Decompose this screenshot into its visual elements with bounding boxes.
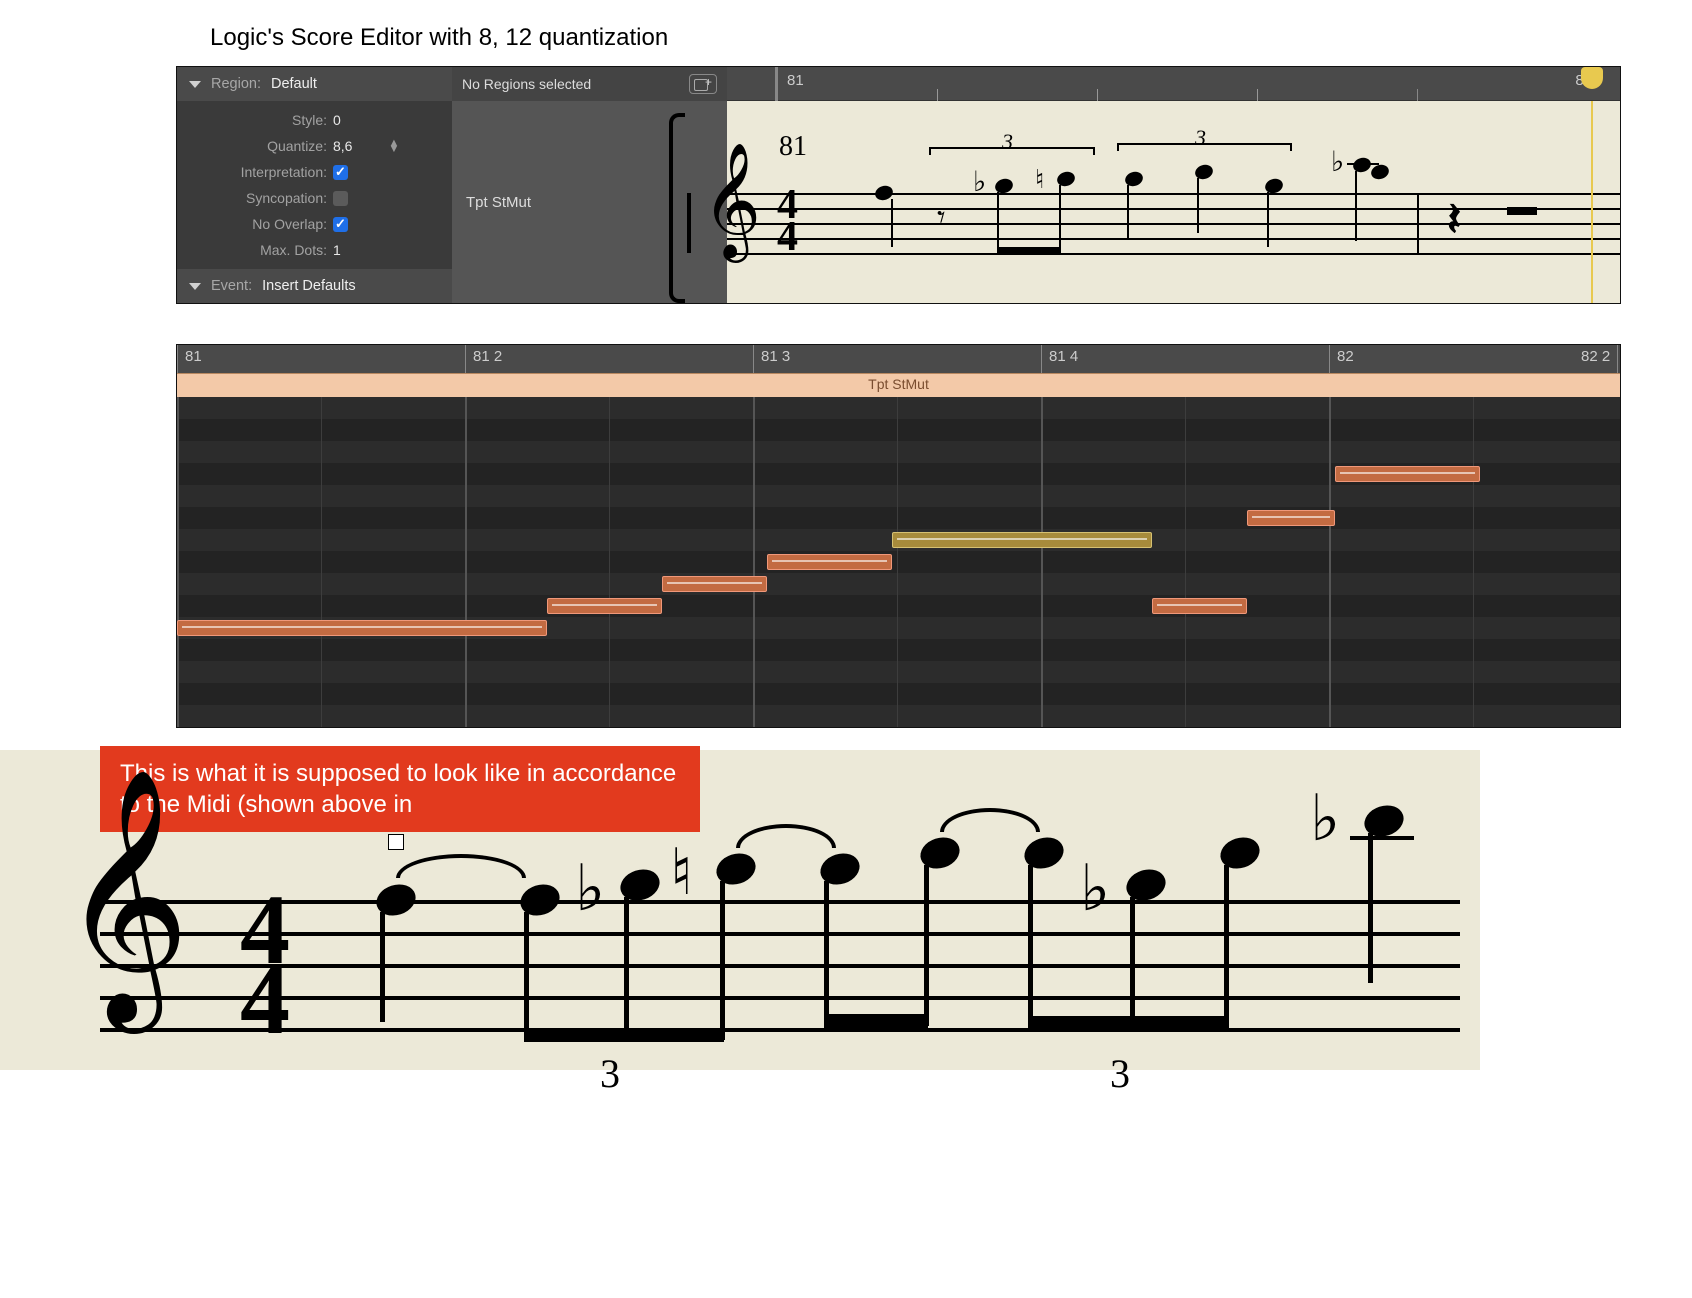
interpretation-row[interactable]: Interpretation: <box>177 159 452 185</box>
flat-accidental-icon: ♭ <box>973 165 986 199</box>
tie-icon <box>736 824 836 848</box>
reference-staff: 𝄞 4 4 ♭ ♮ 3 ♭ <box>20 900 1460 1030</box>
flat-accidental-icon: ♭ <box>1331 145 1344 179</box>
midi-note[interactable] <box>767 554 892 570</box>
note-stem <box>891 199 893 247</box>
note-stem <box>1355 171 1357 241</box>
event-value: Insert Defaults <box>262 278 356 294</box>
track-row[interactable]: Tpt StMut <box>452 101 727 303</box>
nooverlap-label: No Overlap: <box>177 216 333 232</box>
playhead-line[interactable] <box>1591 101 1593 303</box>
interpretation-label: Interpretation: <box>177 164 333 180</box>
track-name: Tpt StMut <box>466 194 531 211</box>
syncopation-row[interactable]: Syncopation: <box>177 185 452 211</box>
chevron-down-icon <box>189 283 201 290</box>
ruler-marker: 81 2 <box>473 348 502 365</box>
style-value[interactable]: 0 <box>333 112 341 128</box>
flat-accidental-icon: ♭ <box>1080 852 1110 926</box>
event-header[interactable]: Event: Insert Defaults <box>177 269 452 303</box>
reference-score-panel: This is what it is supposed to look like… <box>0 750 1480 1070</box>
treble-clef-icon: 𝄞 <box>60 770 190 1025</box>
piano-roll-panel: 81 81 2 81 3 81 4 82 82 2 Tpt StMut <box>176 344 1621 728</box>
page-caption: Logic's Score Editor with 8, 12 quantiza… <box>210 24 1692 52</box>
maxdots-row[interactable]: Max. Dots: 1 <box>177 237 452 263</box>
flat-accidental-icon: ♭ <box>1310 782 1340 856</box>
add-region-button[interactable] <box>689 74 717 94</box>
staff: 𝄞 4 4 𝄾 3 ♭ ♮ <box>727 193 1620 253</box>
note-stem <box>1197 178 1199 233</box>
half-rest-icon <box>1507 207 1537 215</box>
ruler-marker: 82 2 <box>1581 348 1610 365</box>
natural-accidental-icon: ♮ <box>1035 165 1044 195</box>
nooverlap-checkbox[interactable] <box>333 217 348 232</box>
midi-note[interactable] <box>892 532 1152 548</box>
bar-number: 81 <box>779 131 807 163</box>
quantize-row[interactable]: Quantize: 8,6 ▲▼ <box>177 133 452 159</box>
midi-note[interactable] <box>1335 466 1480 482</box>
piano-roll-grid[interactable] <box>177 397 1620 727</box>
tuplet-number: 3 <box>1195 125 1206 151</box>
quantize-value[interactable]: 8,6 ▲▼ <box>333 138 399 154</box>
barline <box>687 193 691 253</box>
score-area: 81 82 81 𝄞 <box>727 67 1620 303</box>
midi-note[interactable] <box>662 576 767 592</box>
maxdots-label: Max. Dots: <box>177 242 333 258</box>
beam <box>997 247 1061 253</box>
quantize-label: Quantize: <box>177 138 333 154</box>
flat-accidental-icon: ♭ <box>575 852 605 926</box>
midi-note[interactable] <box>177 620 547 636</box>
piano-roll-region-header[interactable]: Tpt StMut <box>177 373 1620 397</box>
ledger-line <box>1347 163 1379 165</box>
ruler-marker: 81 4 <box>1049 348 1078 365</box>
region-value: Default <box>271 76 317 92</box>
midi-note[interactable] <box>1152 598 1247 614</box>
track-header-bar: No Regions selected <box>452 67 727 101</box>
score-canvas[interactable]: 81 𝄞 4 4 <box>727 101 1620 303</box>
quarter-rest-icon: 𝄽 <box>1447 193 1461 248</box>
midi-note[interactable] <box>547 598 662 614</box>
track-area: No Regions selected Tpt StMut <box>452 67 727 303</box>
maxdots-value[interactable]: 1 <box>333 242 341 258</box>
interpretation-checkbox[interactable] <box>333 165 348 180</box>
note-stem <box>997 192 999 252</box>
playhead-icon[interactable] <box>1581 67 1603 89</box>
ruler-marker-81: 81 <box>787 72 804 89</box>
stepper-icon[interactable]: ▲▼ <box>388 140 399 152</box>
time-signature: 4 4 <box>240 895 290 1035</box>
region-label: Region: <box>211 76 261 92</box>
score-editor-panel: Region: Default Style: 0 Quantize: 8,6 ▲… <box>176 66 1621 304</box>
ruler-marker: 82 <box>1337 348 1354 365</box>
region-inspector: Region: Default Style: 0 Quantize: 8,6 ▲… <box>177 67 452 303</box>
tie-icon <box>396 854 526 878</box>
system-bracket-icon <box>669 113 685 303</box>
tuplet-number: 3 <box>1002 129 1013 155</box>
syncopation-label: Syncopation: <box>177 190 333 206</box>
nooverlap-row[interactable]: No Overlap: <box>177 211 452 237</box>
region-header[interactable]: Region: Default <box>177 67 452 101</box>
no-regions-label: No Regions selected <box>462 76 591 92</box>
eighth-rest-icon: 𝄾 <box>937 199 946 237</box>
piano-roll-ruler[interactable]: 81 81 2 81 3 81 4 82 82 2 <box>177 345 1620 373</box>
note-stem <box>1127 185 1129 240</box>
event-label: Event: <box>211 278 252 294</box>
treble-clef-icon: 𝄞 <box>702 143 761 259</box>
ruler-marker: 81 <box>185 348 202 365</box>
ruler-marker: 81 3 <box>761 348 790 365</box>
tie-icon <box>940 808 1040 832</box>
style-label: Style: <box>177 112 333 128</box>
natural-accidental-icon: ♮ <box>670 836 693 910</box>
style-row[interactable]: Style: 0 <box>177 107 452 133</box>
note-stem <box>1267 192 1269 247</box>
syncopation-checkbox[interactable] <box>333 191 348 206</box>
tuplet-number: 3 <box>600 1050 620 1097</box>
score-ruler[interactable]: 81 82 <box>727 67 1620 101</box>
resize-handle-icon[interactable] <box>388 834 404 850</box>
note[interactable] <box>1369 163 1390 182</box>
chevron-down-icon <box>189 81 201 88</box>
time-signature: 4 4 <box>777 189 798 253</box>
barline <box>1417 193 1419 253</box>
note-stem <box>1059 185 1061 252</box>
tuplet-number: 3 <box>1110 1050 1130 1097</box>
midi-note[interactable] <box>1247 510 1335 526</box>
